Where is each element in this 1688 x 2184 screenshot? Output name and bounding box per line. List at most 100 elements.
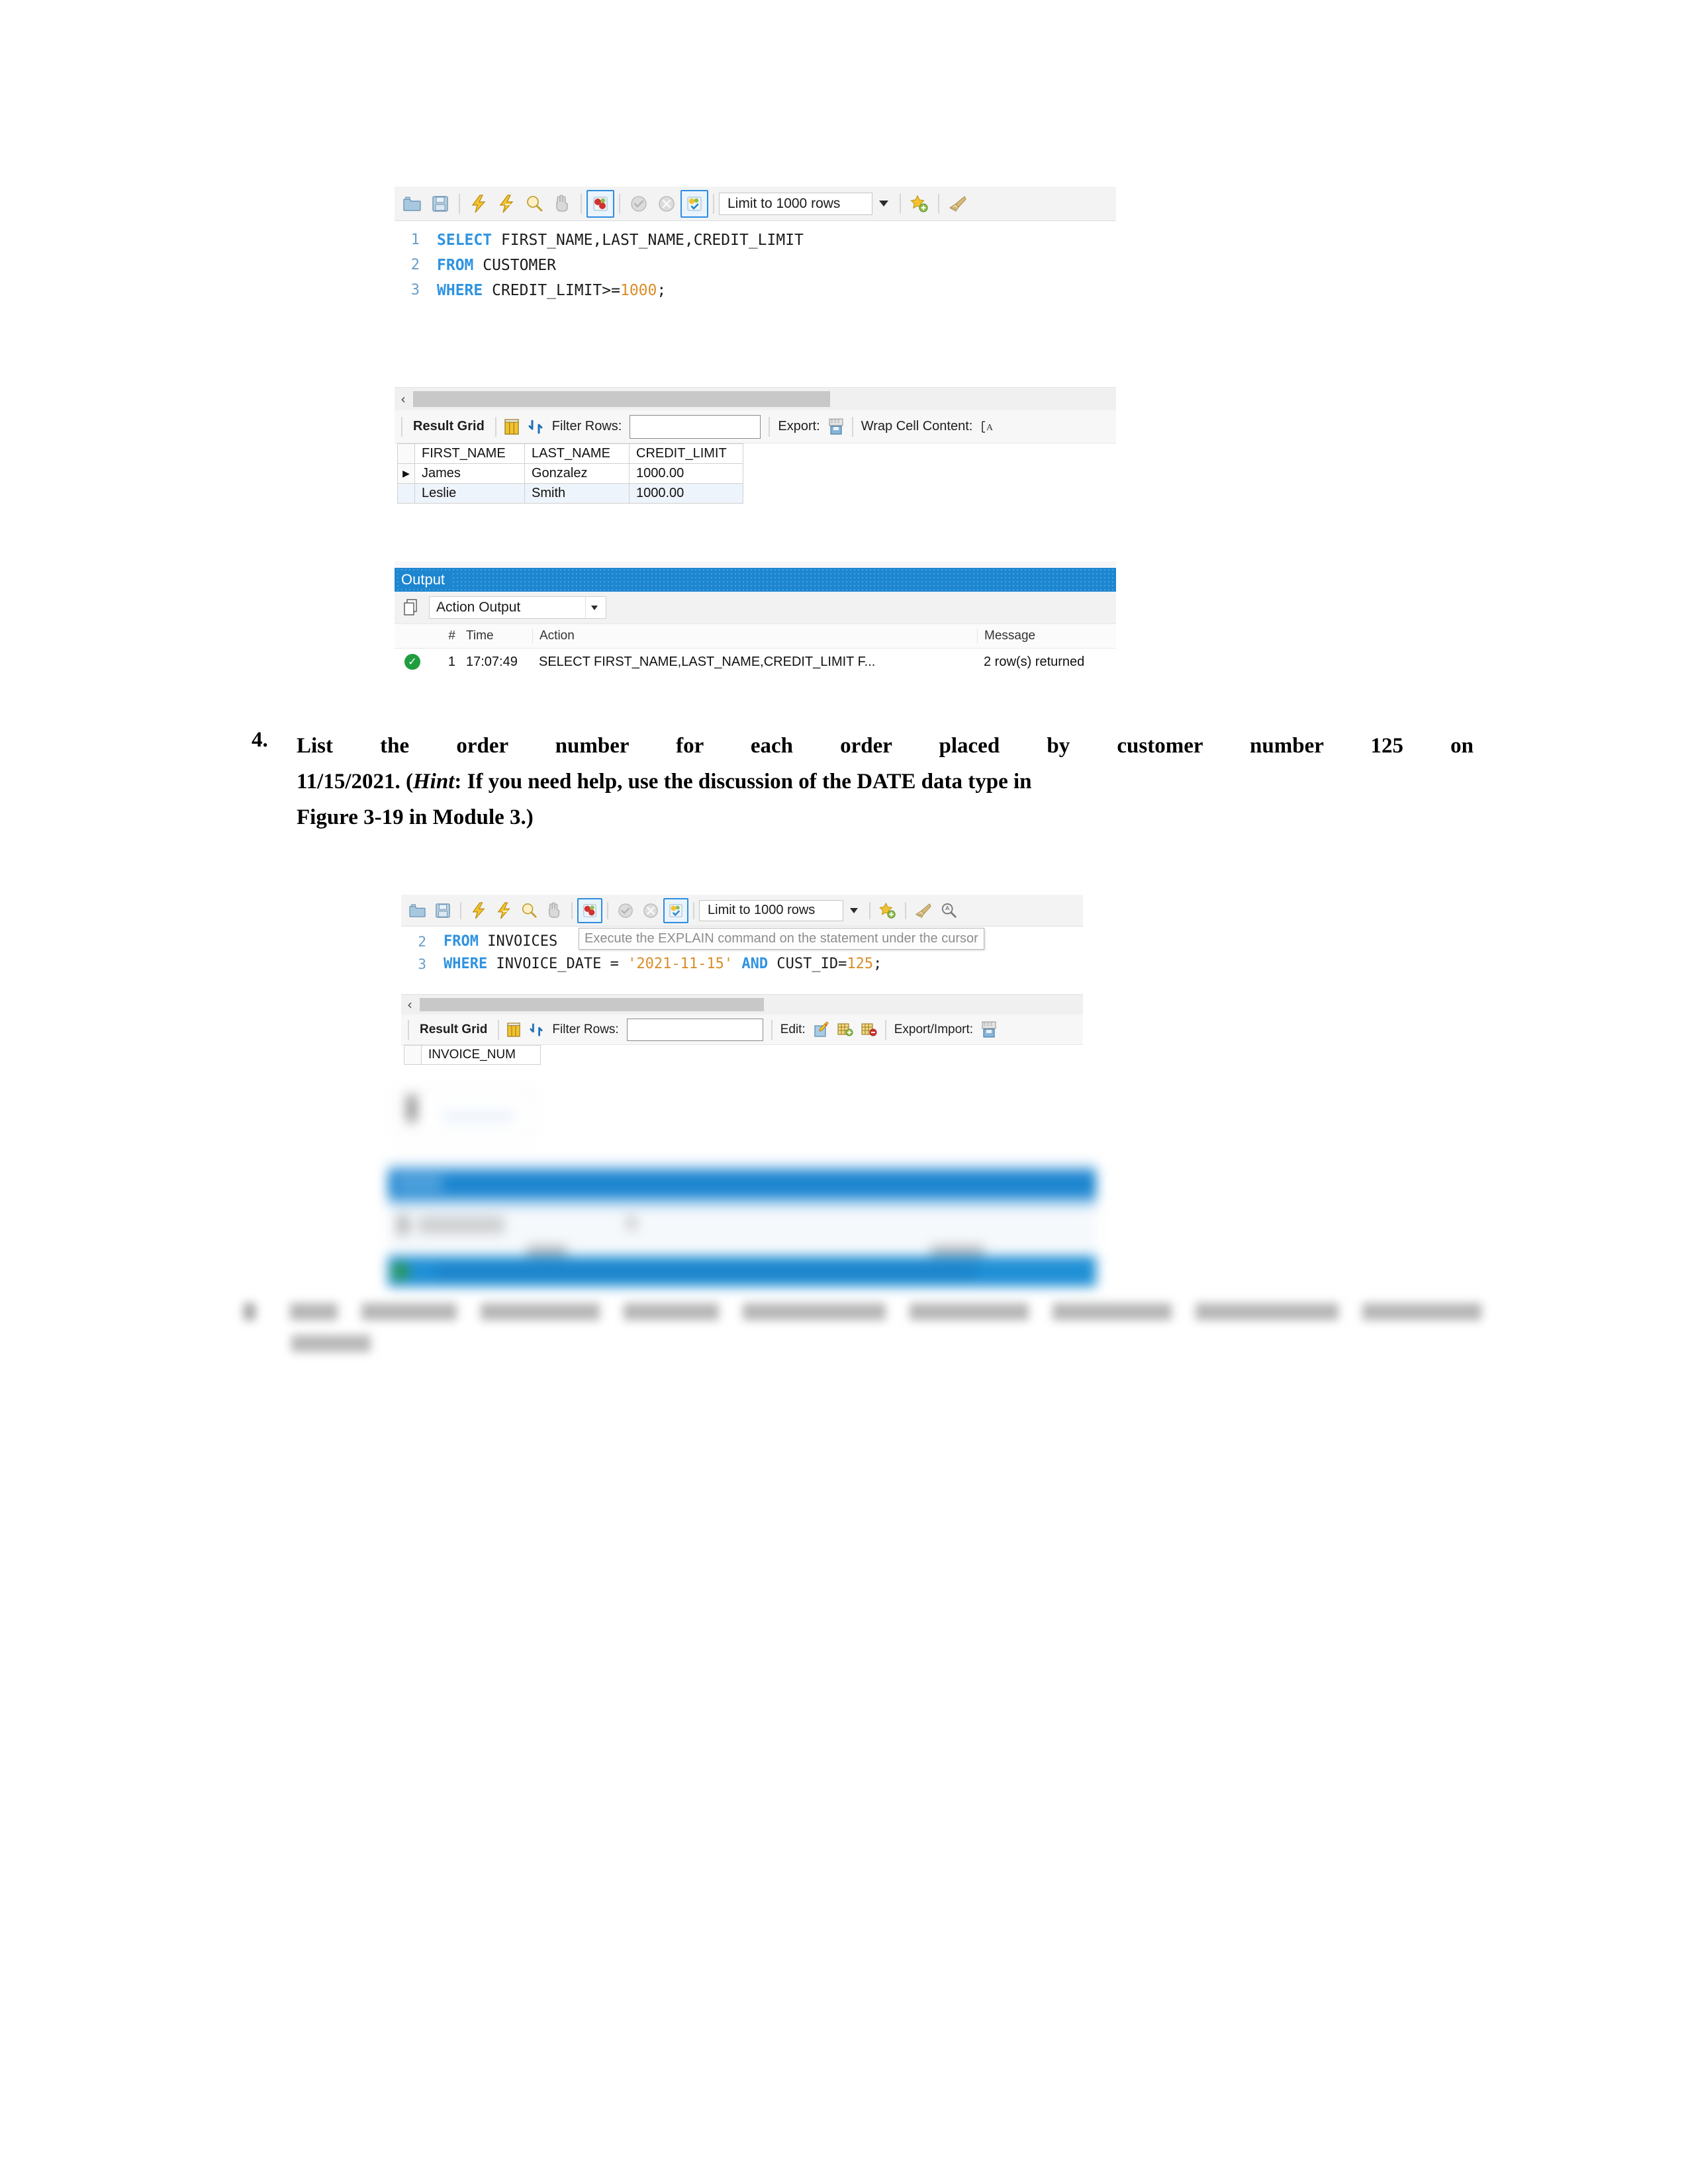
code-text: FROM INVOICES [444,931,557,953]
column-header-first-name[interactable]: FIRST_NAME [414,443,525,464]
row-limit-value: Limit to 1000 rows [708,903,816,917]
toolbar-divider [459,193,460,214]
code-line: 1 SELECT FIRST_NAME,LAST_NAME,CREDIT_LIM… [395,228,1116,253]
column-header-credit-limit[interactable]: CREDIT_LIMIT [629,443,743,464]
edit-pencil-icon[interactable] [810,1019,833,1041]
output-selector-row[interactable]: Action Output [395,592,1116,623]
chevron-down-icon[interactable] [843,907,865,913]
beautify-brush-icon[interactable] [911,898,936,923]
grid-view-icon[interactable] [500,416,523,438]
success-check-icon: ✓ [395,654,430,670]
execute-lightning-icon[interactable] [465,190,492,218]
horizontal-scrollbar[interactable]: ‹ [395,387,1116,410]
panels-icon [400,599,422,616]
wrap-text-icon[interactable]: A [976,416,999,438]
execute-current-lightning-icon[interactable] [491,898,516,923]
question-number: 4. [252,728,268,752]
cell-last-name[interactable]: Smith [524,483,630,504]
toggle-stop-on-error-icon[interactable] [577,897,602,923]
grid-view-icon[interactable] [503,1019,524,1040]
horizontal-scrollbar[interactable]: ‹ [401,994,1083,1015]
output-row[interactable]: ✓ 1 17:07:49 SELECT FIRST_NAME,LAST_NAME… [395,649,1116,675]
execute-current-lightning-icon[interactable] [492,190,520,218]
code-line: 3 WHERE CREDIT_LIMIT>=1000; [395,278,1116,303]
toolbar-divider [869,901,870,919]
cell-first-name[interactable]: James [414,463,525,484]
sql-number: 125 [847,956,874,972]
toggle-autocommit-icon[interactable] [663,897,688,923]
explain-magnifier-icon[interactable] [520,190,548,218]
toolbar-divider [938,193,939,214]
toolbar-divider [619,193,620,214]
divider [494,416,496,437]
cell-credit-limit[interactable]: 1000.00 [629,463,743,484]
open-folder-icon[interactable] [405,898,430,923]
star-add-icon[interactable] [875,898,900,923]
sql-text: INVOICES [478,933,558,950]
result-grid-toolbar-one[interactable]: Result Grid Filter Rows: Export: Wrap Ce… [395,410,1116,443]
toolbar-divider [460,901,461,919]
header-message: Message [977,629,1116,643]
row-limit-select[interactable]: Limit to 1000 rows [699,899,843,921]
workbench-screenshot-two: Limit to 1000 rows 2 FROM INVOICES 3 WHE… [401,895,1083,1065]
result-grid-toolbar-two[interactable]: Result Grid Filter Rows: Edit: Export/Im… [401,1015,1083,1045]
scrollbar-thumb[interactable] [413,391,830,407]
blurred-next-question [244,1294,1481,1367]
star-add-icon[interactable] [906,190,933,218]
divider [498,1019,500,1040]
commit-check-icon [625,190,653,218]
toggle-autocommit-icon[interactable] [680,189,708,218]
row-limit-select[interactable]: Limit to 1000 rows [719,192,872,215]
column-header-invoice-num[interactable]: INVOICE_NUM [421,1045,541,1065]
workbench-screenshot-one: Limit to 1000 rows 1 SELECT FIRST_NAME,L… [395,187,1116,326]
toolbar-divider [581,193,582,214]
column-header-last-name[interactable]: LAST_NAME [524,443,630,464]
cell-last-name[interactable]: Gonzalez [524,463,630,484]
search-magnifier-icon[interactable] [936,898,961,923]
commit-check-icon [613,898,638,923]
blurred-output-panel-two [388,1091,1096,1289]
sql-editor-toolbar-one[interactable]: Limit to 1000 rows [395,187,1116,221]
filter-rows-input[interactable] [626,1018,763,1041]
open-folder-icon[interactable] [399,190,426,218]
sql-editor-one[interactable]: 1 SELECT FIRST_NAME,LAST_NAME,CREDIT_LIM… [395,221,1116,326]
result-grid-label: Result Grid [413,419,485,433]
sql-keyword: WHERE [437,282,483,299]
table-row[interactable]: ▶ James Gonzalez 1000.00 [397,463,743,484]
explain-magnifier-icon[interactable] [516,898,541,923]
scroll-left-arrow-icon[interactable]: ‹ [395,392,412,406]
result-table-one[interactable]: FIRST_NAME LAST_NAME CREDIT_LIMIT ▶ Jame… [397,443,743,504]
scrollbar-thumb[interactable] [420,998,764,1011]
rollback-cancel-icon [638,898,663,923]
code-text: WHERE INVOICE_DATE = '2021-11-15' AND CU… [444,953,882,976]
insert-row-icon[interactable] [833,1019,857,1041]
sql-editor-two[interactable]: 2 FROM INVOICES 3 WHERE INVOICE_DATE = '… [401,927,1083,994]
chevron-down-icon[interactable] [872,201,895,206]
cell-credit-limit[interactable]: 1000.00 [629,483,743,504]
refresh-arrows-icon[interactable] [523,416,548,438]
output-row-number: 1 [447,654,455,669]
question-hint-word: Hint [413,770,455,794]
refresh-arrows-icon[interactable] [524,1019,548,1040]
export-import-icon[interactable] [977,1018,1001,1042]
table-row[interactable]: Leslie Smith 1000.00 [397,483,743,504]
save-icon[interactable] [430,898,455,923]
output-type-select[interactable]: Action Output [429,596,606,619]
output-panel-title-bar: Output [395,568,1116,592]
line-number: 3 [410,282,420,298]
sql-editor-toolbar-two[interactable]: Limit to 1000 rows [401,895,1083,927]
save-icon[interactable] [426,190,454,218]
export-file-icon[interactable] [824,415,848,439]
toggle-stop-on-error-icon[interactable] [586,189,614,218]
table-header-row: FIRST_NAME LAST_NAME CREDIT_LIMIT [397,443,743,464]
beautify-brush-icon[interactable] [944,190,972,218]
cell-first-name[interactable]: Leslie [414,483,525,504]
question-line-3: Figure 3-19 in Module 3.) [297,805,534,829]
header-time: Time [466,629,494,643]
filter-rows-input[interactable] [630,414,761,439]
scroll-left-arrow-icon[interactable]: ‹ [401,998,418,1011]
chevron-down-icon[interactable] [585,597,603,618]
delete-row-icon[interactable] [857,1019,881,1041]
result-table-two[interactable]: INVOICE_NUM [404,1045,541,1065]
execute-lightning-icon[interactable] [466,898,491,923]
